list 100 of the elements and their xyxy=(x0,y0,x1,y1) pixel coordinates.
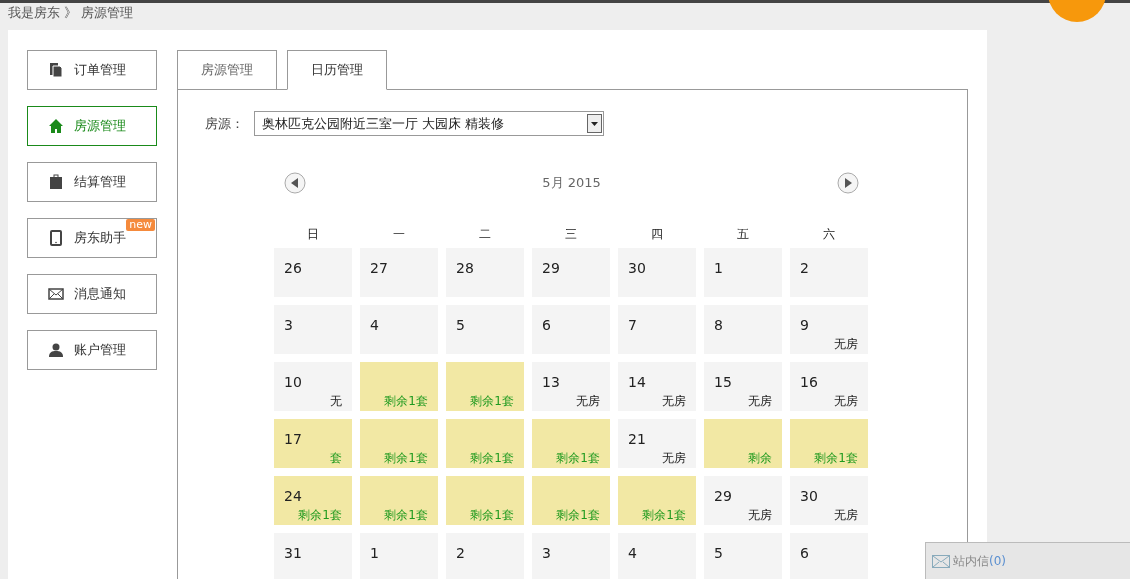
weekday-label: 一 xyxy=(393,226,405,243)
tab[interactable]: 房源管理 xyxy=(177,50,277,90)
documents-icon xyxy=(48,62,64,78)
new-badge: new xyxy=(126,219,155,231)
availability-text: 剩余1套 xyxy=(556,507,600,522)
day-number: 2 xyxy=(800,260,809,276)
day-number: 30 xyxy=(628,260,646,276)
house-icon xyxy=(48,118,64,134)
weekday-label: 二 xyxy=(479,226,491,243)
day-number: 14 xyxy=(628,374,646,390)
day-number: 27 xyxy=(370,260,388,276)
day-number: 9 xyxy=(800,317,809,333)
day-cell[interactable]: 8 xyxy=(704,305,782,354)
day-cell[interactable]: 2 xyxy=(446,533,524,579)
day-cell[interactable]: 29 无房 xyxy=(704,476,782,525)
day-cell[interactable]: 7 xyxy=(618,305,696,354)
weekday-label: 六 xyxy=(823,226,835,243)
day-cell[interactable]: 24 剩余1套 xyxy=(274,476,352,525)
field-label: 房源： xyxy=(205,114,244,133)
day-number: 4 xyxy=(370,317,379,333)
weekday-label: 三 xyxy=(565,226,577,243)
next-month-icon[interactable] xyxy=(837,172,859,194)
day-cell[interactable]: 27 xyxy=(360,248,438,297)
user-icon xyxy=(48,342,64,358)
day-number: 30 xyxy=(800,488,818,504)
day-cell[interactable]: 2 xyxy=(790,248,868,297)
previous-month-icon[interactable] xyxy=(284,172,306,194)
day-cell[interactable]: 6 xyxy=(532,305,610,354)
day-cell[interactable]: 1 xyxy=(360,533,438,579)
day-number: 5 xyxy=(456,317,465,333)
day-cell[interactable]: 3 xyxy=(532,533,610,579)
phone-icon xyxy=(48,230,64,246)
day-number: 8 xyxy=(714,317,723,333)
day-number: 16 xyxy=(800,374,818,390)
breadcrumb-link[interactable]: 我是房东 xyxy=(8,2,60,23)
sidebar-item[interactable]: 消息通知 xyxy=(27,274,157,314)
day-number: 28 xyxy=(456,260,474,276)
availability-text: 剩余1套 xyxy=(384,450,428,465)
day-cell[interactable]: 16 无房 xyxy=(790,362,868,411)
day-cell[interactable]: 14 无房 xyxy=(618,362,696,411)
availability-text: 无房 xyxy=(662,450,686,465)
day-cell[interactable]: 29 xyxy=(532,248,610,297)
sidebar-item[interactable]: 账户管理 xyxy=(27,330,157,370)
availability-text: 无房 xyxy=(834,507,858,522)
availability-text: 剩余1套 xyxy=(642,507,686,522)
availability-text: 剩余 xyxy=(748,450,772,465)
availability-text: 无房 xyxy=(662,393,686,408)
day-number: 6 xyxy=(542,317,551,333)
day-number: 15 xyxy=(714,374,732,390)
day-number: 6 xyxy=(800,545,809,561)
day-cell[interactable]: 13 无房 xyxy=(532,362,610,411)
day-number: 29 xyxy=(714,488,732,504)
breadcrumb-current: 房源管理 xyxy=(81,3,133,22)
day-cell[interactable]: 1 xyxy=(704,248,782,297)
weekday-label: 日 xyxy=(307,226,319,243)
day-cell[interactable]: 6 xyxy=(790,533,868,579)
day-number: 17 xyxy=(284,431,302,447)
tab[interactable]: 日历管理 xyxy=(287,50,387,90)
day-cell[interactable]: 28 xyxy=(446,248,524,297)
day-number: 2 xyxy=(456,545,465,561)
clipboard-icon xyxy=(48,174,64,190)
day-cell[interactable]: 26 xyxy=(274,248,352,297)
day-cell[interactable]: 17 套 xyxy=(274,419,352,468)
day-number: 5 xyxy=(714,545,723,561)
sidebar-item[interactable]: 结算管理 xyxy=(27,162,157,202)
mail-icon xyxy=(932,554,950,568)
day-number: 24 xyxy=(284,488,302,504)
weekday-label: 四 xyxy=(651,226,663,243)
day-cell[interactable]: 15 无房 xyxy=(704,362,782,411)
day-number: 13 xyxy=(542,374,560,390)
availability-text: 剩余1套 xyxy=(384,393,428,408)
day-number: 26 xyxy=(284,260,302,276)
availability-text: 无房 xyxy=(834,336,858,351)
day-number: 31 xyxy=(284,545,302,561)
day-cell[interactable]: 3 xyxy=(274,305,352,354)
sidebar-item[interactable]: 订单管理 xyxy=(27,50,157,90)
day-cell[interactable]: 4 xyxy=(360,305,438,354)
day-cell[interactable]: 31 xyxy=(274,533,352,579)
day-cell[interactable]: 9 无房 xyxy=(790,305,868,354)
day-number: 1 xyxy=(370,545,379,561)
day-number: 3 xyxy=(284,317,293,333)
weekday-label: 五 xyxy=(737,226,749,243)
day-number: 4 xyxy=(628,545,637,561)
availability-text: 剩余1套 xyxy=(384,507,428,522)
day-cell[interactable]: 10 无 xyxy=(274,362,352,411)
day-number: 3 xyxy=(542,545,551,561)
day-cell[interactable]: 30 xyxy=(618,248,696,297)
sidebar-item[interactable]: 房源管理 xyxy=(27,106,157,146)
day-number: 7 xyxy=(628,317,637,333)
sidebar-item[interactable]: 房东助手 new xyxy=(27,218,157,258)
day-cell[interactable]: 21 无房 xyxy=(618,419,696,468)
availability-text: 剩余1套 xyxy=(470,507,514,522)
day-cell[interactable]: 30 无房 xyxy=(790,476,868,525)
availability-text: 无 xyxy=(330,393,342,408)
availability-text: 剩余1套 xyxy=(814,450,858,465)
listing-dropdown[interactable]: 奥林匹克公园附近三室一厅 大园床 精装修 xyxy=(254,111,604,136)
day-cell[interactable]: 5 xyxy=(446,305,524,354)
day-cell[interactable]: 5 xyxy=(704,533,782,579)
availability-text: 剩余1套 xyxy=(556,450,600,465)
day-cell[interactable]: 4 xyxy=(618,533,696,579)
